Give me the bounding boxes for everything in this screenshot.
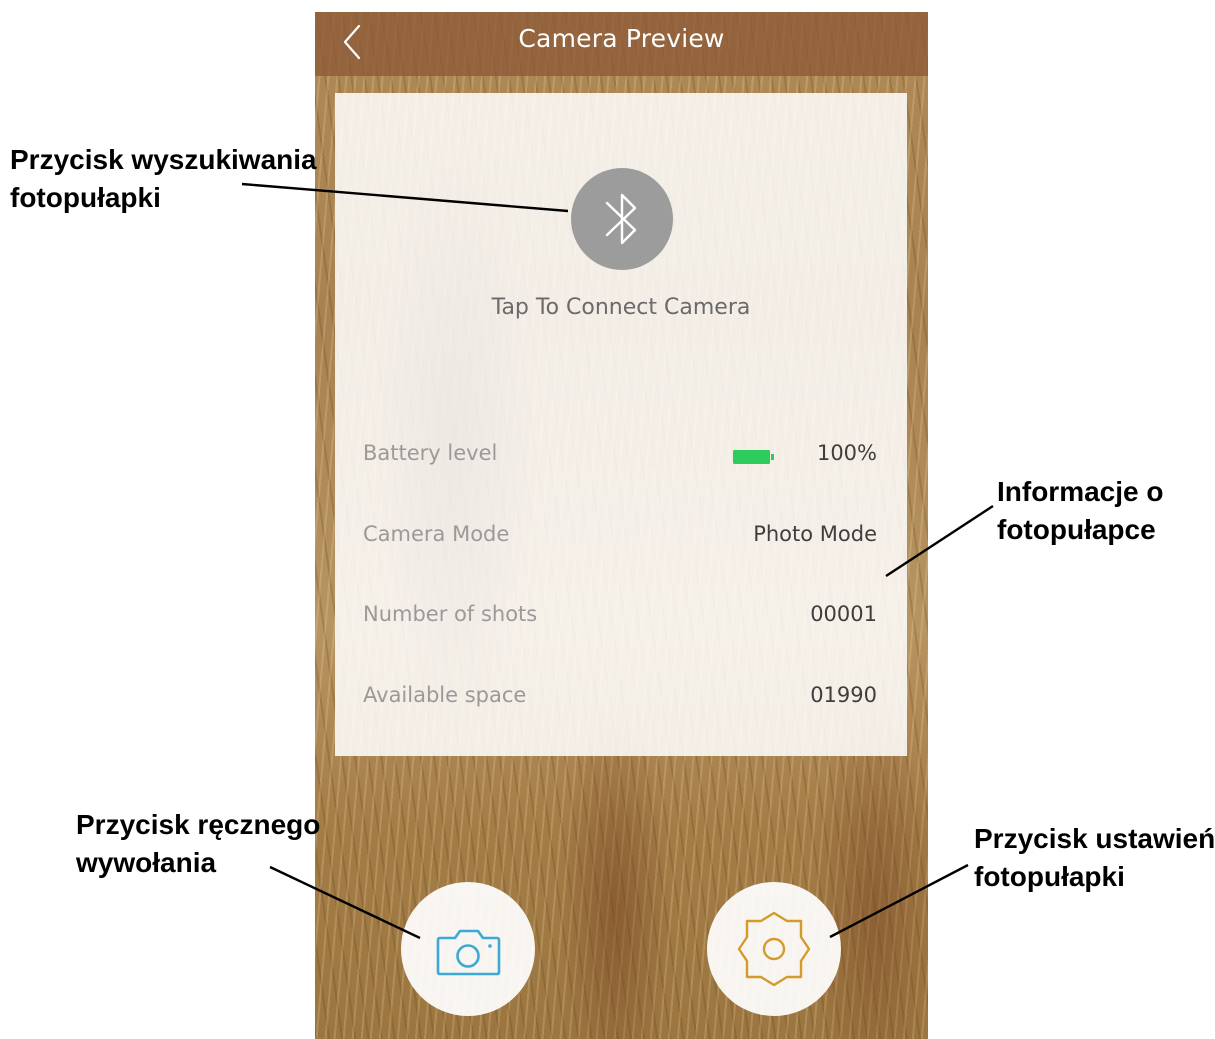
annotation-manual-line2: wywołania	[76, 847, 217, 878]
camera-mode-value: Photo Mode	[753, 522, 877, 546]
app-screen: Camera Preview Tap To Connect Camera Bat…	[315, 12, 928, 1039]
info-row-available-space: Available space 01990	[363, 677, 877, 717]
manual-capture-button[interactable]	[401, 882, 535, 1016]
camera-icon	[436, 929, 501, 976]
bluetooth-icon	[605, 193, 637, 245]
available-space-label: Available space	[363, 683, 527, 707]
available-space-value: 01990	[810, 683, 877, 707]
battery-value: 100%	[816, 441, 877, 465]
annotation-search-button: Przycisk wyszukiwania fotopułapki	[10, 141, 317, 217]
camera-mode-label: Camera Mode	[363, 522, 510, 546]
annotation-info-line1: Informacje o	[997, 476, 1164, 507]
camera-info-card: Tap To Connect Camera Battery level 100%…	[335, 93, 907, 756]
annotation-info-line2: fotopułapce	[997, 514, 1156, 545]
camera-settings-button[interactable]	[707, 882, 841, 1016]
gear-icon	[737, 911, 811, 987]
annotation-settings-line2: fotopułapki	[974, 861, 1125, 892]
info-row-number-of-shots: Number of shots 00001	[363, 596, 877, 636]
number-of-shots-label: Number of shots	[363, 602, 538, 626]
number-of-shots-value: 00001	[810, 602, 877, 626]
battery-label: Battery level	[363, 441, 498, 465]
info-row-camera-mode: Camera Mode Photo Mode	[363, 516, 877, 556]
info-row-battery: Battery level 100%	[363, 435, 877, 475]
annotation-settings-line1: Przycisk ustawień	[974, 823, 1215, 854]
page-title: Camera Preview	[518, 24, 725, 53]
header-bar: Camera Preview	[315, 12, 928, 76]
connect-camera-label[interactable]: Tap To Connect Camera	[335, 295, 907, 320]
battery-icon	[733, 450, 774, 464]
annotation-manual-capture: Przycisk ręcznego wywołania	[76, 806, 320, 882]
annotation-search-line2: fotopułapki	[10, 182, 161, 213]
annotation-settings: Przycisk ustawień fotopułapki	[974, 820, 1215, 896]
annotation-manual-line1: Przycisk ręcznego	[76, 809, 321, 840]
connect-camera-button[interactable]	[571, 168, 673, 270]
annotation-search-line1: Przycisk wyszukiwania	[10, 144, 317, 175]
annotation-camera-info: Informacje o fotopułapce	[997, 473, 1163, 549]
